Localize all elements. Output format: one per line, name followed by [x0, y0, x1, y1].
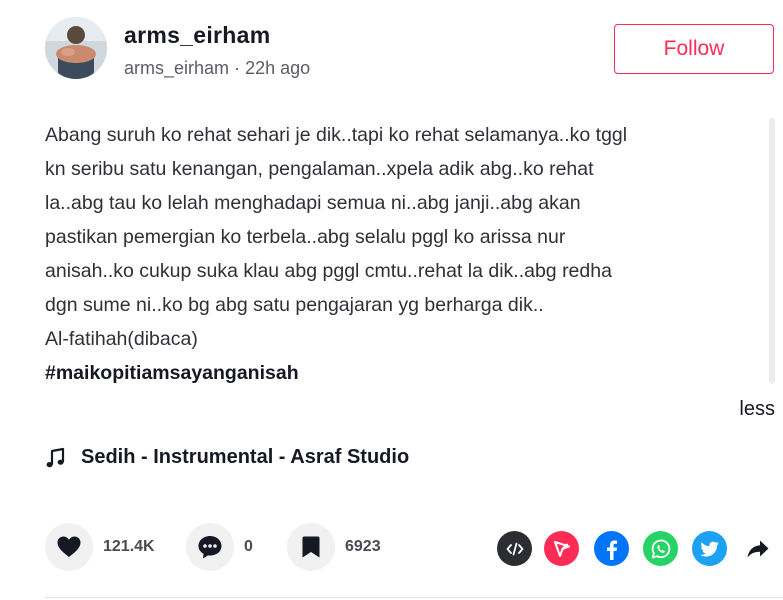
avatar[interactable]	[45, 17, 107, 79]
caption-line: dgn sume ni..ko bg abg satu pengajaran y…	[45, 294, 544, 316]
save-action[interactable]: 6923	[287, 523, 381, 571]
twitter-icon	[699, 541, 719, 557]
comment-button[interactable]	[186, 523, 234, 571]
like-count: 121.4K	[103, 538, 155, 555]
facebook-icon	[606, 540, 617, 560]
like-action[interactable]: 121.4K	[45, 523, 155, 571]
whatsapp-button[interactable]	[643, 531, 678, 566]
caption-line: la..abg tau ko lelah menghadapi semua ni…	[45, 192, 581, 214]
less-button[interactable]: less	[739, 398, 775, 421]
comment-count: 0	[244, 538, 253, 555]
music-note-icon	[46, 447, 65, 467]
embed-icon	[506, 542, 523, 555]
music-title: Sedih - Instrumental - Asraf Studio	[81, 446, 410, 468]
like-button[interactable]	[45, 523, 93, 571]
follow-button[interactable]: Follow	[614, 24, 774, 74]
music-link[interactable]: Sedih - Instrumental - Asraf Studio	[45, 446, 409, 469]
caption-scrollbar[interactable]	[769, 118, 775, 384]
caption-line: pastikan pemergian ko terbela..abg selal…	[45, 226, 566, 248]
caption-line: anisah..ko cukup suka klau abg pggl cmtu…	[45, 260, 612, 282]
meta-separator: ·	[234, 58, 241, 78]
bookmark-icon	[302, 536, 320, 558]
heart-icon	[57, 536, 81, 557]
avatar-image	[45, 17, 107, 79]
hashtag-link[interactable]: #maikopitiamsayanganisah	[45, 356, 765, 390]
comment-action[interactable]: 0	[186, 523, 253, 571]
username[interactable]: arms_eirham	[124, 22, 271, 49]
caption-line: Al-fatihah(dibaca)	[45, 328, 198, 350]
whatsapp-icon	[651, 539, 670, 558]
share-arrow-icon	[747, 540, 768, 557]
send-button[interactable]	[544, 531, 579, 566]
comment-icon	[198, 536, 222, 559]
twitter-button[interactable]	[692, 531, 727, 566]
post-meta: arms_eirham · 22h ago	[124, 58, 310, 79]
caption-line: Abang suruh ko rehat sehari je dik..tapi…	[45, 124, 628, 146]
handle[interactable]: arms_eirham	[124, 58, 229, 78]
post-time: 22h ago	[245, 58, 311, 78]
facebook-button[interactable]	[594, 531, 629, 566]
divider	[45, 597, 783, 598]
embed-button[interactable]	[497, 531, 532, 566]
save-button[interactable]	[287, 523, 335, 571]
save-count: 6923	[345, 538, 381, 555]
send-icon	[553, 540, 570, 557]
caption-line: kn seribu satu kenangan, pengalaman..xpe…	[45, 158, 594, 180]
share-more-button[interactable]	[740, 531, 775, 566]
post-caption: Abang suruh ko rehat sehari je dik..tapi…	[45, 118, 765, 390]
